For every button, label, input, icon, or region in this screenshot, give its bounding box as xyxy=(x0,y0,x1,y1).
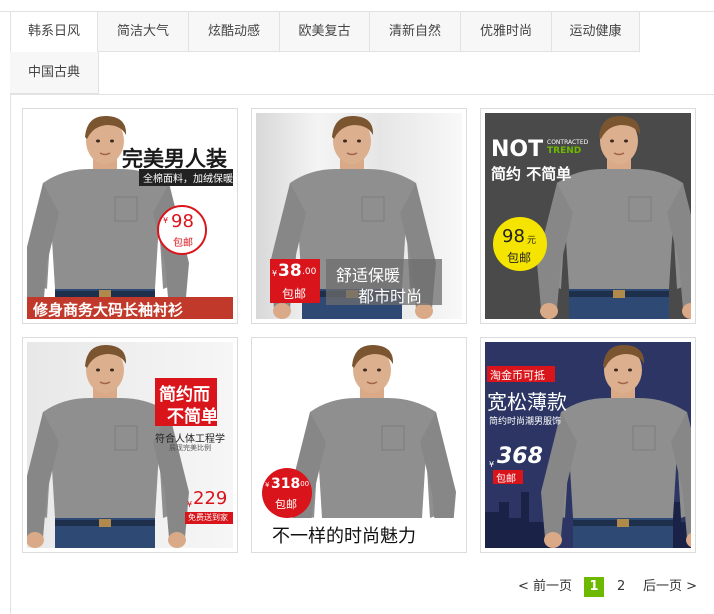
page-2-link[interactable]: 2 xyxy=(617,577,625,597)
currency: ¥ xyxy=(187,500,193,509)
shipping-tag: 免费送到家 xyxy=(185,512,233,524)
subtitle-small: 展现完美比例 xyxy=(169,444,211,452)
headline: NOT xyxy=(491,137,544,162)
slogan-box: 舒适保暖 都市时尚 xyxy=(326,259,442,306)
product-card[interactable]: ¥ 38 .00 包邮 舒适保暖 都市时尚 xyxy=(251,108,467,324)
product-card[interactable]: ¥ 318 .00 包邮 不一样的时尚魅力 xyxy=(251,337,467,553)
price-tag: ¥ 38 .00 包邮 xyxy=(270,259,320,303)
price-badge: 98 元 包邮 xyxy=(493,217,547,271)
headline: 宽松薄款 xyxy=(487,390,567,414)
product-card[interactable]: 完美男人装 全棉面料，加绒保暖 ¥ 98 包邮 修身商务大码长袖衬衫 xyxy=(22,108,238,324)
subtitle: 简约 不简单 xyxy=(491,165,572,183)
price-badge: ¥ 318 .00 包邮 xyxy=(262,468,312,518)
price-badge: ¥ 98 包邮 xyxy=(157,205,207,255)
subtitle: 全棉面料，加绒保暖 xyxy=(139,169,233,186)
price: 368 xyxy=(497,444,543,469)
tagline-trend: TREND xyxy=(547,146,582,156)
product-image: 淘金币可抵 宽松薄款 简约时尚潮男服饰 ¥ 368 包邮 xyxy=(485,342,691,548)
currency: ¥ xyxy=(489,460,495,469)
tagline-small: CONTRACTED xyxy=(547,139,589,146)
product-image: 简约而 不简单 符合人体工程学 展现完美比例 ¥ 229 免费送到家 xyxy=(27,342,233,548)
tab-hanxi[interactable]: 韩系日风 xyxy=(10,12,98,52)
next-page-link[interactable]: 后一页 > xyxy=(643,577,697,597)
product-image: ¥ 38 .00 包邮 舒适保暖 都市时尚 xyxy=(256,113,462,319)
tabs-divider xyxy=(10,94,714,95)
product-image: NOT CONTRACTED TREND 简约 不简单 98 元 包邮 xyxy=(485,113,691,319)
tab-xuanku[interactable]: 炫酷动感 xyxy=(189,12,280,52)
coin-tag: 淘金币可抵 xyxy=(487,366,555,382)
subtitle: 简约时尚潮男服饰 xyxy=(489,417,562,427)
tab-youya[interactable]: 优雅时尚 xyxy=(461,12,552,52)
product-card[interactable]: NOT CONTRACTED TREND 简约 不简单 98 元 包邮 xyxy=(480,108,696,324)
banner: 修身商务大码长袖衬衫 xyxy=(27,297,233,319)
product-image: 完美男人装 全棉面料，加绒保暖 ¥ 98 包邮 修身商务大码长袖衬衫 xyxy=(27,113,233,319)
tab-jianjie[interactable]: 简洁大气 xyxy=(98,12,189,52)
tab-qingxin[interactable]: 清新自然 xyxy=(370,12,461,52)
tab-oumei[interactable]: 欧美复古 xyxy=(280,12,370,52)
content-border xyxy=(10,94,11,614)
page-1-current[interactable]: 1 xyxy=(584,577,604,597)
prev-page-link[interactable]: < 前一页 xyxy=(518,577,572,597)
product-card[interactable]: 淘金币可抵 宽松薄款 简约时尚潮男服饰 ¥ 368 包邮 xyxy=(480,337,696,553)
headline-box: 简约而 不简单 xyxy=(155,378,218,427)
tab-zhongguo[interactable]: 中国古典 xyxy=(10,52,99,94)
shipping-tag: 包邮 xyxy=(493,470,523,485)
product-image: ¥ 318 .00 包邮 不一样的时尚魅力 xyxy=(256,342,462,548)
product-card[interactable]: 简约而 不简单 符合人体工程学 展现完美比例 ¥ 229 免费送到家 xyxy=(22,337,238,553)
tab-yundong[interactable]: 运动健康 xyxy=(552,12,640,52)
banner: 不一样的时尚魅力 xyxy=(256,518,462,548)
price: 229 xyxy=(193,488,228,509)
